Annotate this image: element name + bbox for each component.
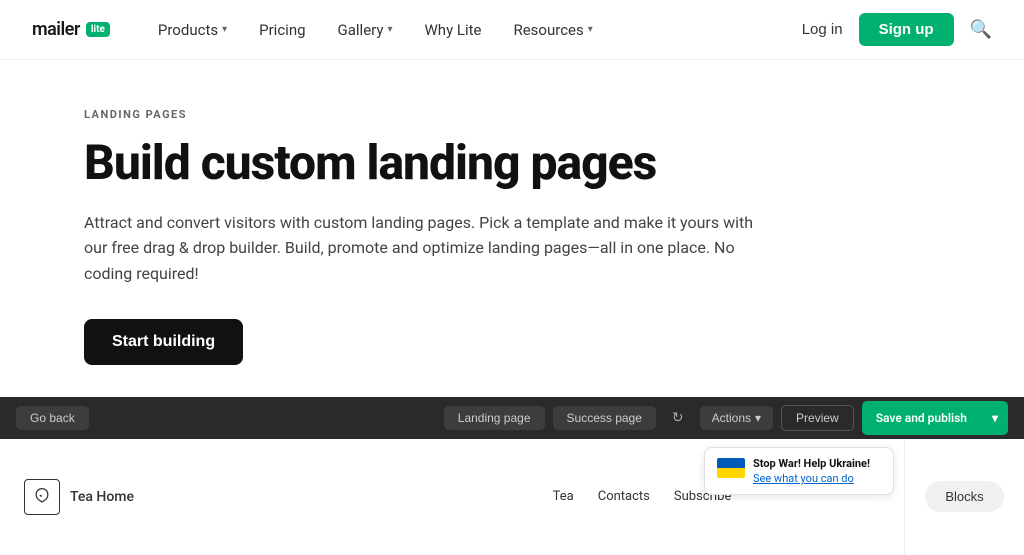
nav-resources[interactable]: Resources ▾	[513, 21, 592, 39]
canvas-logo-area: Tea Home	[0, 439, 260, 555]
login-button[interactable]: Log in	[802, 21, 843, 38]
editor-canvas: Tea Home Tea Contacts Subscribe Blocks S…	[0, 439, 1024, 555]
hero-section: LANDING PAGES Build custom landing pages…	[0, 60, 800, 397]
chevron-down-icon: ▾	[222, 24, 227, 35]
chevron-down-icon: ▾	[387, 24, 392, 35]
signup-button[interactable]: Sign up	[859, 13, 954, 46]
canvas-logo-icon	[24, 479, 60, 515]
logo[interactable]: mailer lite	[32, 19, 110, 40]
landing-page-tab[interactable]: Landing page	[444, 406, 545, 430]
actions-button[interactable]: Actions ▾	[700, 406, 773, 430]
hero-label: LANDING PAGES	[84, 108, 768, 121]
ukraine-banner-link[interactable]: See what you can do	[753, 472, 854, 485]
success-page-tab[interactable]: Success page	[553, 406, 656, 430]
logo-text: mailer	[32, 19, 80, 40]
header: mailer lite Products ▾ Pricing Gallery ▾…	[0, 0, 1024, 60]
go-back-button[interactable]: Go back	[16, 406, 89, 430]
flag-yellow-stripe	[717, 468, 745, 478]
nav-products[interactable]: Products ▾	[158, 21, 227, 39]
nav-pricing[interactable]: Pricing	[259, 21, 305, 39]
ukraine-flag	[717, 458, 745, 478]
canvas-logo-text: Tea Home	[70, 489, 134, 505]
nav-why-lite[interactable]: Why Lite	[425, 21, 482, 39]
hero-description: Attract and convert visitors with custom…	[84, 210, 768, 287]
search-icon[interactable]: 🔍	[970, 19, 992, 40]
ukraine-text: Stop War! Help Ukraine! See what you can…	[753, 456, 870, 487]
editor-toolbar: Go back Landing page Success page ↻ Acti…	[0, 397, 1024, 439]
save-publish-button[interactable]: Save and publish ▾	[862, 401, 1008, 435]
chevron-down-icon: ▾	[982, 406, 1008, 430]
history-icon[interactable]: ↻	[664, 405, 692, 430]
chevron-down-icon: ▾	[588, 24, 593, 35]
flag-blue-stripe	[717, 458, 745, 468]
logo-badge: lite	[86, 22, 110, 37]
blocks-panel: Blocks	[904, 439, 1024, 555]
preview-button[interactable]: Preview	[781, 405, 854, 431]
main-nav: Products ▾ Pricing Gallery ▾ Why Lite Re…	[158, 21, 802, 39]
start-building-button[interactable]: Start building	[84, 319, 243, 365]
preview-section: Go back Landing page Success page ↻ Acti…	[0, 397, 1024, 555]
chevron-down-icon: ▾	[755, 411, 761, 425]
header-actions: Log in Sign up 🔍	[802, 13, 992, 46]
nav-gallery[interactable]: Gallery ▾	[338, 21, 393, 39]
ukraine-banner-title: Stop War! Help Ukraine!	[753, 456, 870, 471]
hero-title: Build custom landing pages	[84, 137, 768, 190]
blocks-button[interactable]: Blocks	[925, 481, 1003, 512]
ukraine-banner: Stop War! Help Ukraine! See what you can…	[704, 447, 894, 496]
